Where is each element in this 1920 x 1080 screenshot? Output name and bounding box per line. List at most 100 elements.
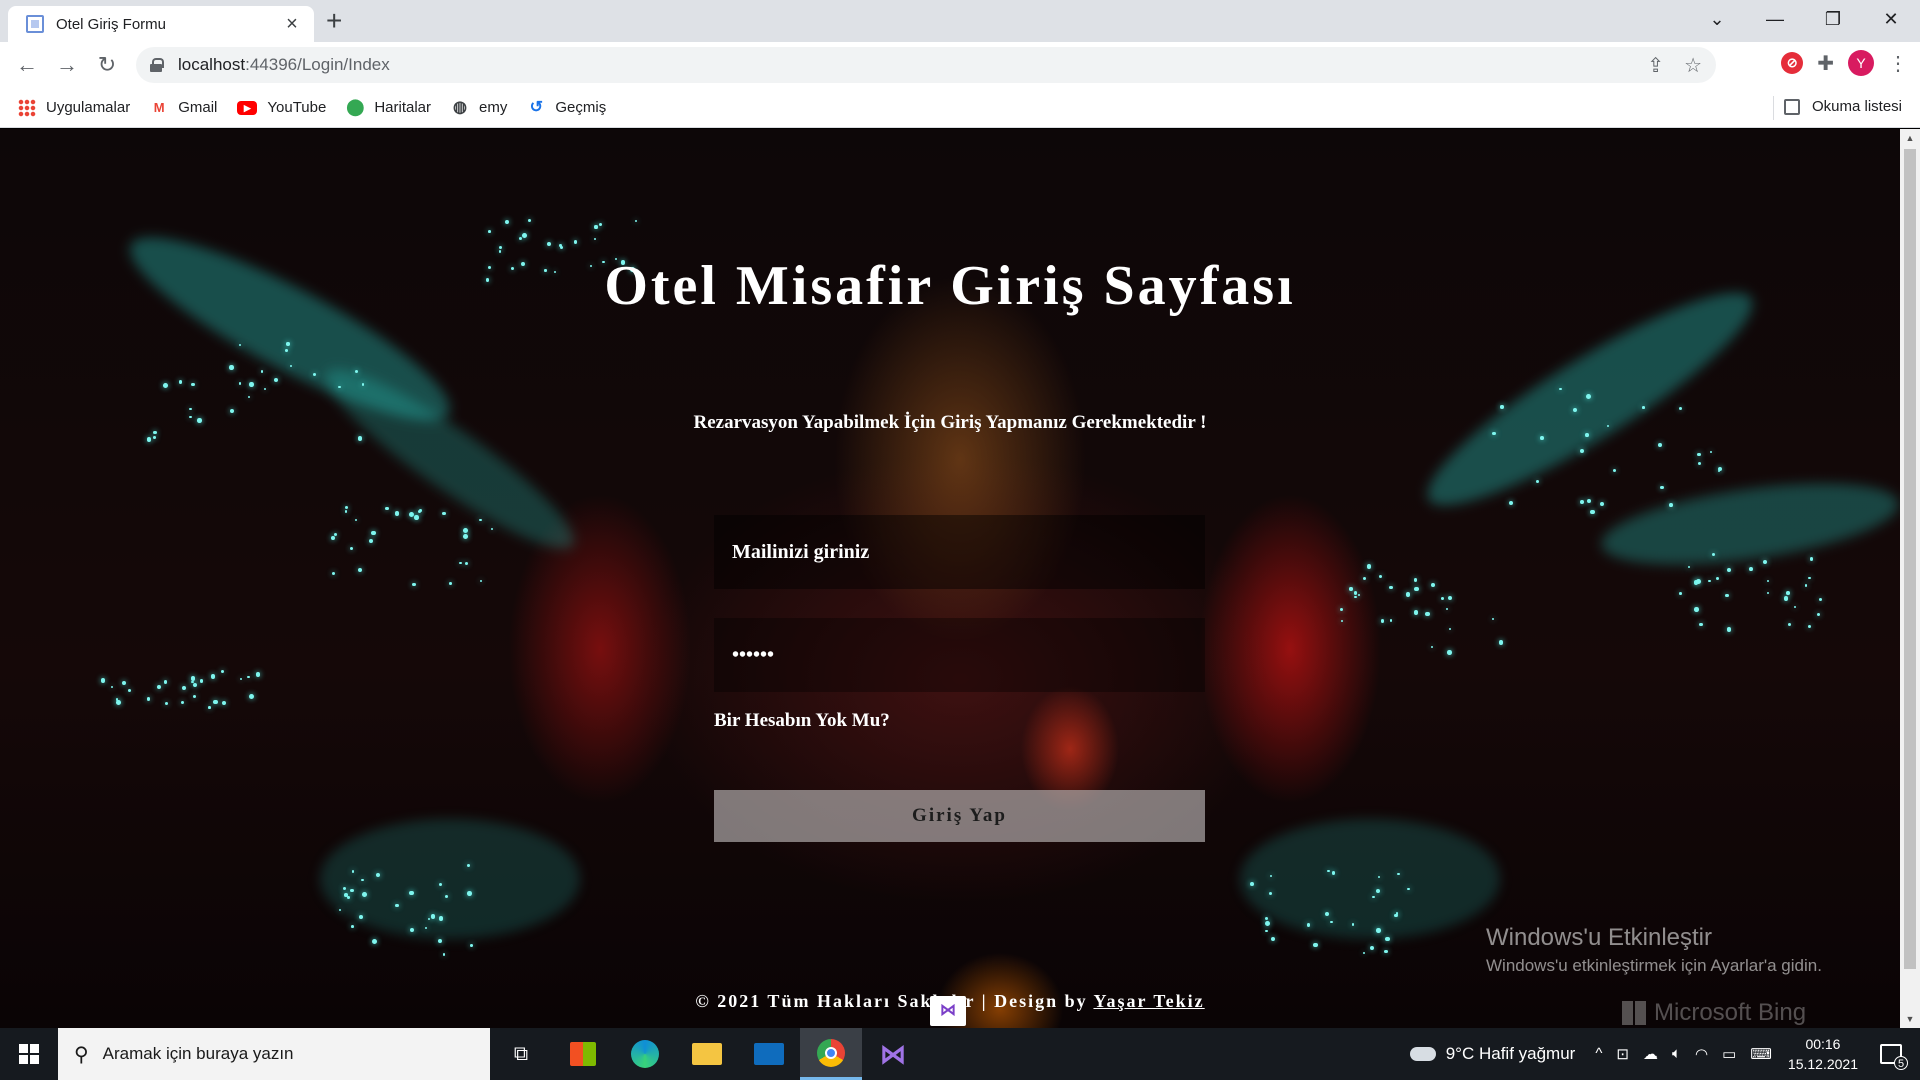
- bookmark-star-icon[interactable]: ☆: [1684, 53, 1702, 78]
- wifi-icon[interactable]: ◠: [1695, 1045, 1708, 1063]
- footer-author-link[interactable]: Yaşar Tekiz: [1093, 991, 1204, 1011]
- back-button[interactable]: ←: [10, 48, 44, 82]
- scroll-thumb[interactable]: [1904, 149, 1916, 969]
- background-star: [1265, 917, 1269, 921]
- weather-widget[interactable]: 9°C Hafif yağmur: [1409, 1044, 1576, 1064]
- bookmark-history[interactable]: ↺ Geçmiş: [527, 99, 607, 117]
- background-star: [1508, 500, 1513, 505]
- background-star: [1708, 580, 1711, 583]
- taskbar-store[interactable]: [552, 1028, 614, 1080]
- background-star: [1306, 923, 1311, 927]
- background-star: [1687, 565, 1691, 569]
- background-star: [189, 407, 192, 411]
- background-star: [1351, 922, 1355, 926]
- lock-icon[interactable]: [150, 58, 164, 72]
- email-field[interactable]: [714, 515, 1205, 589]
- background-star: [573, 239, 578, 244]
- keyboard-icon[interactable]: ⌨: [1750, 1045, 1772, 1063]
- tab-otel-giris[interactable]: Otel Giriş Formu ×: [8, 6, 314, 42]
- background-star: [498, 250, 502, 253]
- taskbar-mail[interactable]: [738, 1028, 800, 1080]
- background-star: [1449, 627, 1452, 630]
- page-favicon-icon: [26, 15, 44, 33]
- background-star: [127, 688, 131, 692]
- background-star: [1358, 593, 1361, 596]
- show-hidden-icons-chevron-icon[interactable]: ^: [1595, 1045, 1602, 1063]
- windows-activation-watermark: Windows'u Etkinleştir Windows'u etkinleş…: [1486, 924, 1822, 976]
- background-star: [443, 953, 446, 956]
- background-star: [229, 365, 234, 370]
- onedrive-cloud-icon[interactable]: ☁: [1643, 1045, 1658, 1063]
- bookmark-maps[interactable]: ⬤ Haritalar: [346, 99, 431, 117]
- signup-link[interactable]: Bir Hesabın Yok Mu?: [714, 710, 890, 732]
- volume-icon[interactable]: 🔈︎: [1672, 1045, 1681, 1063]
- background-star: [593, 238, 596, 241]
- background-star: [331, 536, 335, 541]
- background-star: [505, 219, 510, 224]
- background-star: [1710, 450, 1713, 453]
- taskbar-search-placeholder: Aramak için buraya yazın: [102, 1044, 294, 1063]
- new-tab-button[interactable]: +: [326, 6, 342, 36]
- close-tab-icon[interactable]: ×: [280, 13, 304, 36]
- close-window-button[interactable]: ✕: [1862, 0, 1920, 36]
- bookmark-youtube[interactable]: ▶ YouTube: [237, 99, 326, 116]
- background-star: [238, 343, 241, 347]
- background-star: [178, 380, 183, 384]
- reload-button[interactable]: ↻: [90, 48, 124, 82]
- taskbar-explorer[interactable]: [676, 1028, 738, 1080]
- menu-kebab-icon[interactable]: ⋮: [1888, 51, 1908, 76]
- background-star: [1440, 597, 1444, 601]
- notification-center-icon[interactable]: 5: [1880, 1044, 1908, 1070]
- tab-search-chevron-icon[interactable]: ⌄: [1688, 0, 1746, 36]
- search-icon: ⚲: [74, 1043, 89, 1066]
- background-star: [372, 938, 378, 944]
- bookmark-apps[interactable]: Uygulamalar: [18, 98, 130, 117]
- profile-avatar[interactable]: Y: [1848, 50, 1874, 76]
- taskbar-chrome[interactable]: [800, 1028, 862, 1080]
- background-star: [180, 700, 185, 705]
- background-star: [1385, 936, 1390, 942]
- login-button[interactable]: Giriş Yap: [714, 790, 1205, 842]
- forward-button[interactable]: →: [50, 48, 84, 82]
- bing-label: Microsoft Bing: [1654, 999, 1807, 1026]
- background-star: [220, 669, 224, 674]
- share-icon[interactable]: ⇪: [1647, 53, 1664, 78]
- extension-icon[interactable]: ⊘: [1781, 52, 1804, 74]
- battery-icon[interactable]: ▭: [1722, 1045, 1736, 1063]
- background-star: [467, 891, 473, 896]
- system-clock[interactable]: 00:16 15.12.2021: [1788, 1034, 1858, 1074]
- youtube-icon: ▶: [237, 100, 258, 115]
- scroll-down-arrow-icon[interactable]: ▼: [1900, 1014, 1920, 1024]
- background-star: [357, 435, 363, 441]
- start-button[interactable]: [0, 1028, 58, 1080]
- background-star: [487, 229, 491, 233]
- maximize-button[interactable]: ❐: [1804, 0, 1862, 36]
- taskbar-visual-studio[interactable]: ⋈: [862, 1028, 924, 1080]
- taskbar-edge[interactable]: [614, 1028, 676, 1080]
- background-star: [163, 679, 168, 684]
- taskbar-search[interactable]: ⚲ Aramak için buraya yazın: [58, 1028, 490, 1080]
- tab-title: Otel Giriş Formu: [56, 15, 167, 33]
- password-field[interactable]: [714, 618, 1205, 692]
- page-scrollbar[interactable]: ▲ ▼: [1900, 129, 1920, 1028]
- extensions-puzzle-icon[interactable]: ✚: [1817, 51, 1834, 76]
- background-star: [1431, 646, 1434, 649]
- background-star: [414, 515, 419, 520]
- bookmark-gmail[interactable]: M Gmail: [150, 99, 218, 117]
- address-bar[interactable]: localhost:44396/Login/Index ⇪ ☆: [136, 47, 1716, 83]
- background-star: [1330, 920, 1333, 924]
- mail-icon: [754, 1043, 784, 1065]
- task-view-button[interactable]: ⧉: [490, 1028, 552, 1080]
- device-icon[interactable]: ⊡: [1616, 1045, 1629, 1063]
- scroll-up-arrow-icon[interactable]: ▲: [1900, 133, 1920, 143]
- page-viewport: Otel Misafir Giriş Sayfası Rezarvasyon Y…: [0, 129, 1900, 1028]
- background-star: [344, 505, 349, 510]
- minimize-button[interactable]: —: [1746, 0, 1804, 36]
- weather-text: 9°C Hafif yağmur: [1445, 1044, 1576, 1063]
- reading-list-label: Okuma listesi: [1811, 98, 1902, 115]
- background-star: [191, 680, 194, 684]
- bookmark-emy[interactable]: ◍ emy: [451, 99, 507, 117]
- reading-list-button[interactable]: Okuma listesi: [1783, 98, 1902, 115]
- background-star: [1535, 480, 1539, 484]
- background-star: [522, 233, 528, 239]
